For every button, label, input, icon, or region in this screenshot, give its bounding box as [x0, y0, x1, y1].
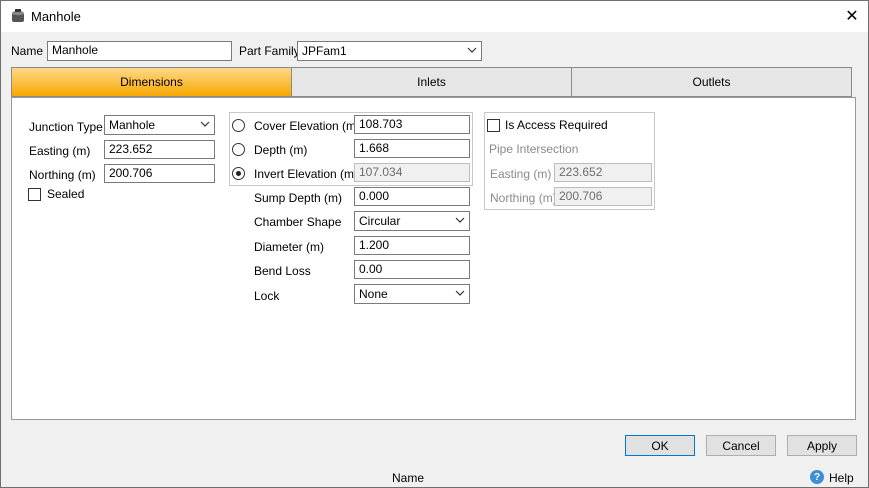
help-link[interactable]: Help: [829, 471, 854, 485]
access-northing-label: Northing (m): [490, 191, 557, 205]
pipe-intersection-label: Pipe Intersection: [489, 142, 579, 156]
junction-type-label: Junction Type: [29, 120, 103, 134]
is-access-required-checkbox[interactable]: [487, 119, 500, 132]
chamber-shape-label: Chamber Shape: [254, 215, 342, 229]
chevron-down-icon: [455, 217, 465, 223]
cover-elevation-input[interactable]: 108.703: [354, 115, 470, 134]
chamber-shape-value: Circular: [359, 214, 401, 228]
help-icon[interactable]: ?: [810, 470, 824, 484]
chamber-shape-select[interactable]: Circular: [354, 211, 470, 231]
part-family-value: JPFam1: [302, 44, 347, 58]
depth-radio[interactable]: [232, 143, 245, 156]
sump-depth-input[interactable]: 0.000: [354, 187, 470, 206]
diameter-label: Diameter (m): [254, 240, 325, 254]
depth-label: Depth (m): [254, 143, 308, 157]
depth-input[interactable]: 1.668: [354, 139, 470, 158]
tab-dimensions[interactable]: Dimensions: [12, 68, 292, 96]
lock-label: Lock: [254, 289, 280, 303]
close-icon[interactable]: ✕: [840, 5, 864, 27]
cancel-button[interactable]: Cancel: [706, 435, 776, 456]
tab-inlets[interactable]: Inlets: [292, 68, 572, 96]
name-label: Name: [11, 44, 44, 58]
junction-type-select[interactable]: Manhole: [104, 115, 215, 135]
lock-value: None: [359, 287, 388, 301]
diameter-input[interactable]: 1.200: [354, 236, 470, 255]
access-easting-label: Easting (m): [490, 167, 552, 181]
part-family-select[interactable]: JPFam1: [297, 41, 482, 61]
invert-elevation-radio[interactable]: [232, 167, 245, 180]
easting-input[interactable]: 223.652: [104, 140, 215, 159]
sump-depth-label: Sump Depth (m): [254, 191, 343, 205]
tab-strip: Dimensions Inlets Outlets: [11, 67, 852, 97]
cover-elevation-label: Cover Elevation (m): [254, 119, 361, 133]
access-northing-input: 200.706: [554, 187, 652, 206]
tab-outlets[interactable]: Outlets: [572, 68, 851, 96]
invert-elevation-label: Invert Elevation (m): [254, 167, 359, 181]
bend-loss-input[interactable]: 0.00: [354, 260, 470, 279]
easting-label: Easting (m): [29, 144, 91, 158]
bend-loss-label: Bend Loss: [254, 264, 311, 278]
window-title: Manhole: [31, 9, 81, 24]
invert-elevation-input: 107.034: [354, 163, 470, 182]
status-name-label: Name: [392, 471, 425, 485]
name-input[interactable]: Manhole: [47, 41, 232, 61]
manhole-icon: [12, 9, 24, 22]
sealed-label: Sealed: [47, 187, 85, 201]
dialog-window: Manhole ✕ Name Manhole Part Family JPFam…: [0, 0, 869, 488]
sealed-checkbox[interactable]: [28, 188, 41, 201]
northing-label: Northing (m): [29, 168, 96, 182]
chevron-down-icon: [467, 47, 477, 53]
lock-select[interactable]: None: [354, 284, 470, 304]
title-bar: Manhole ✕: [1, 1, 868, 32]
chevron-down-icon: [200, 121, 210, 127]
cover-elevation-radio[interactable]: [232, 119, 245, 132]
is-access-required-label: Is Access Required: [505, 118, 608, 132]
access-easting-input: 223.652: [554, 163, 652, 182]
part-family-label: Part Family: [239, 44, 300, 58]
ok-button[interactable]: OK: [625, 435, 695, 456]
apply-button[interactable]: Apply: [787, 435, 857, 456]
chevron-down-icon: [455, 290, 465, 296]
northing-input[interactable]: 200.706: [104, 164, 215, 183]
junction-type-value: Manhole: [109, 118, 156, 132]
